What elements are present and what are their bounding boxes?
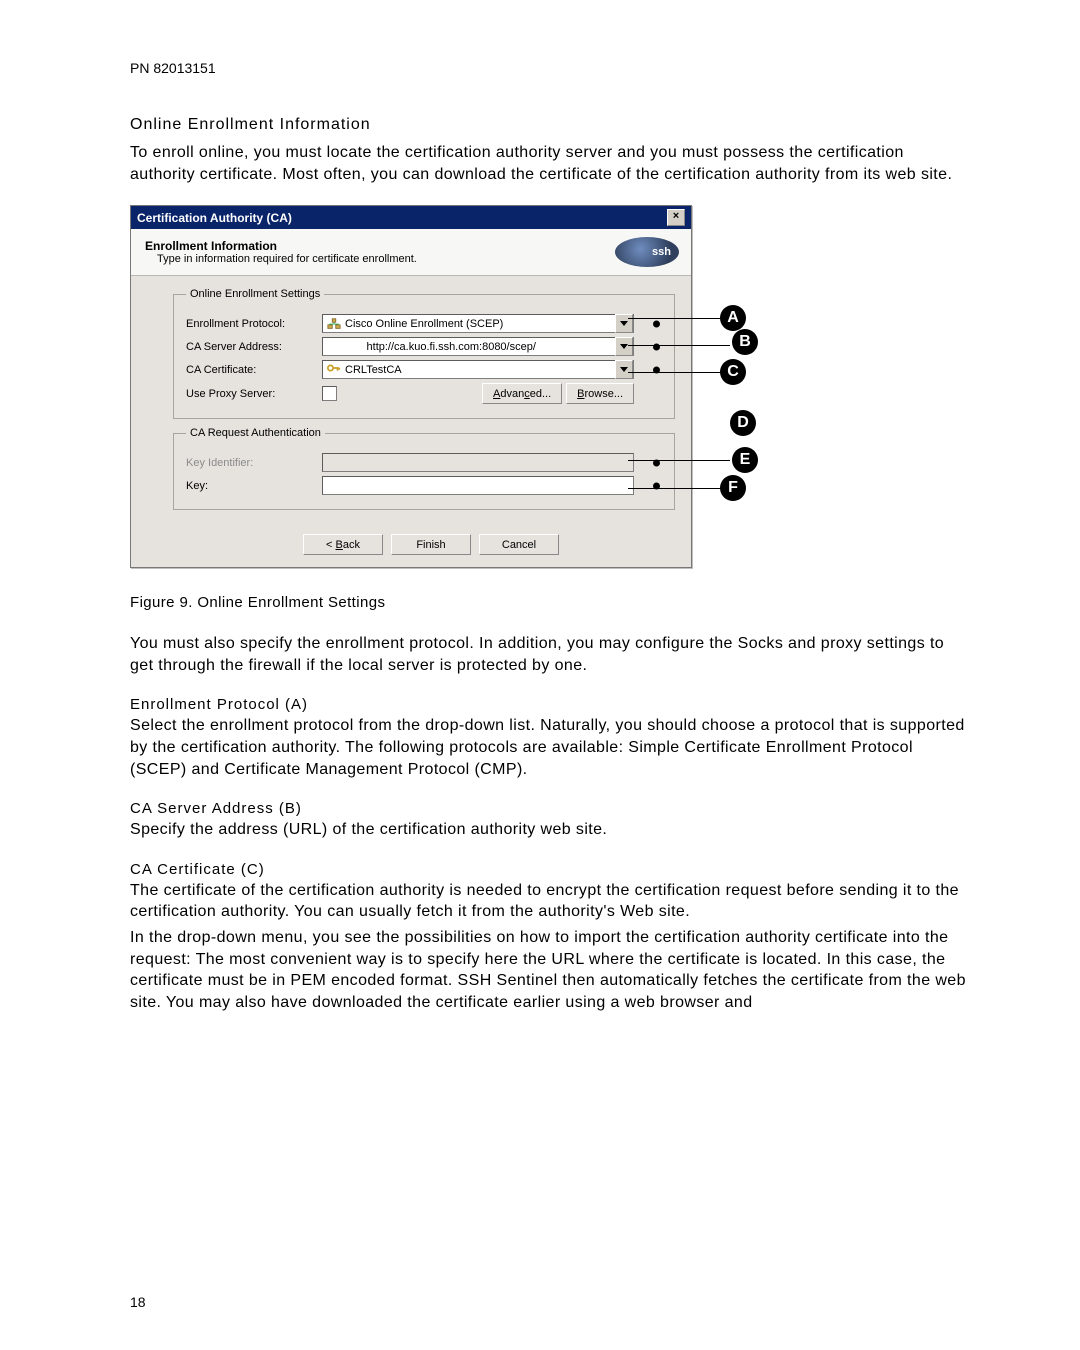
label-proxy: Use Proxy Server:: [186, 388, 316, 400]
leader-c: [628, 372, 722, 373]
callout-d: D: [730, 410, 756, 436]
label-protocol: Enrollment Protocol:: [186, 318, 316, 330]
input-key[interactable]: [322, 476, 634, 495]
combo-server[interactable]: http://ca.kuo.fi.ssh.com:8080/scep/: [322, 337, 634, 356]
dialog-banner: Enrollment Information Type in informati…: [131, 229, 691, 276]
intro-paragraph: To enroll online, you must locate the ce…: [130, 142, 970, 185]
frame-online-enrollment: Online Enrollment Settings Enrollment Pr…: [173, 288, 675, 419]
dot-a: [653, 320, 660, 327]
combo-cert[interactable]: CRLTestCA: [322, 360, 634, 379]
label-keyid: Key Identifier:: [186, 457, 316, 469]
pn-line: PN 82013151: [130, 60, 970, 76]
key-icon: [327, 363, 341, 377]
checkbox-proxy[interactable]: [322, 386, 337, 401]
label-server: CA Server Address:: [186, 341, 316, 353]
combo-caret[interactable]: [615, 314, 633, 333]
browse-button[interactable]: Browse...: [566, 383, 634, 404]
frame-ca-auth: CA Request Authentication Key Identifier…: [173, 427, 675, 510]
combo-protocol-text: Cisco Online Enrollment (SCEP): [345, 318, 503, 330]
combo-server-text: http://ca.kuo.fi.ssh.com:8080/scep/: [367, 341, 536, 353]
callout-c: C: [720, 359, 746, 385]
para-c2: In the drop-down menu, you see the possi…: [130, 927, 970, 1013]
row-proxy: Use Proxy Server: Advanced... Browse...: [186, 383, 658, 404]
row-cert: CA Certificate: CRLTestCA: [186, 360, 658, 379]
combo-caret[interactable]: [615, 360, 633, 379]
dialog-title: Certification Authority (CA): [137, 211, 292, 225]
para-a: Select the enrollment protocol from the …: [130, 715, 970, 780]
leader-e: [628, 460, 730, 461]
leader-b: [628, 345, 730, 346]
para-after-figure: You must also specify the enrollment pro…: [130, 633, 970, 676]
row-protocol: Enrollment Protocol: Cisco Online Enroll…: [186, 314, 658, 333]
input-keyid[interactable]: [322, 453, 634, 472]
label-cert: CA Certificate:: [186, 364, 316, 376]
frame-legend-2: CA Request Authentication: [186, 427, 325, 439]
page-number: 18: [130, 1294, 146, 1310]
figure-caption: Figure 9. Online Enrollment Settings: [130, 594, 970, 611]
banner-title: Enrollment Information: [145, 239, 417, 253]
combo-protocol[interactable]: Cisco Online Enrollment (SCEP): [322, 314, 634, 333]
finish-button[interactable]: Finish: [391, 534, 471, 555]
row-key: Key:: [186, 476, 658, 495]
ssh-logo: ssh: [615, 237, 679, 267]
callout-b: B: [732, 329, 758, 355]
label-key: Key:: [186, 480, 316, 492]
network-icon: [327, 317, 341, 331]
leader-a: [628, 318, 722, 319]
heading-b: CA Server Address (B): [130, 800, 970, 817]
row-keyid: Key Identifier:: [186, 453, 658, 472]
row-server: CA Server Address: http://ca.kuo.fi.ssh.…: [186, 337, 658, 356]
section-title-online-enrollment: Online Enrollment Information: [130, 116, 970, 134]
cancel-button[interactable]: Cancel: [479, 534, 559, 555]
combo-cert-text: CRLTestCA: [345, 364, 402, 376]
heading-a: Enrollment Protocol (A): [130, 696, 970, 713]
advanced-button[interactable]: Advanced...: [482, 383, 562, 404]
close-button[interactable]: ×: [667, 209, 685, 226]
ca-dialog: Certification Authority (CA) × Enrollmen…: [130, 205, 692, 568]
frame-legend-1: Online Enrollment Settings: [186, 288, 324, 300]
para-b: Specify the address (URL) of the certifi…: [130, 819, 970, 841]
dialog-button-row: < Back Finish Cancel: [171, 528, 691, 567]
back-button[interactable]: < Back: [303, 534, 383, 555]
dialog-screenshot: Certification Authority (CA) × Enrollmen…: [130, 205, 770, 568]
advanced-text: dvanced...: [500, 388, 551, 400]
banner-subtitle: Type in information required for certifi…: [145, 253, 417, 265]
para-c1: The certificate of the certification aut…: [130, 880, 970, 923]
leader-f: [628, 488, 722, 489]
combo-caret[interactable]: [615, 337, 633, 356]
callout-f: F: [720, 475, 746, 501]
heading-c: CA Certificate (C): [130, 861, 970, 878]
dialog-titlebar: Certification Authority (CA) ×: [131, 206, 691, 229]
callout-e: E: [732, 447, 758, 473]
browse-text: rowse...: [584, 388, 623, 400]
callout-a: A: [720, 305, 746, 331]
